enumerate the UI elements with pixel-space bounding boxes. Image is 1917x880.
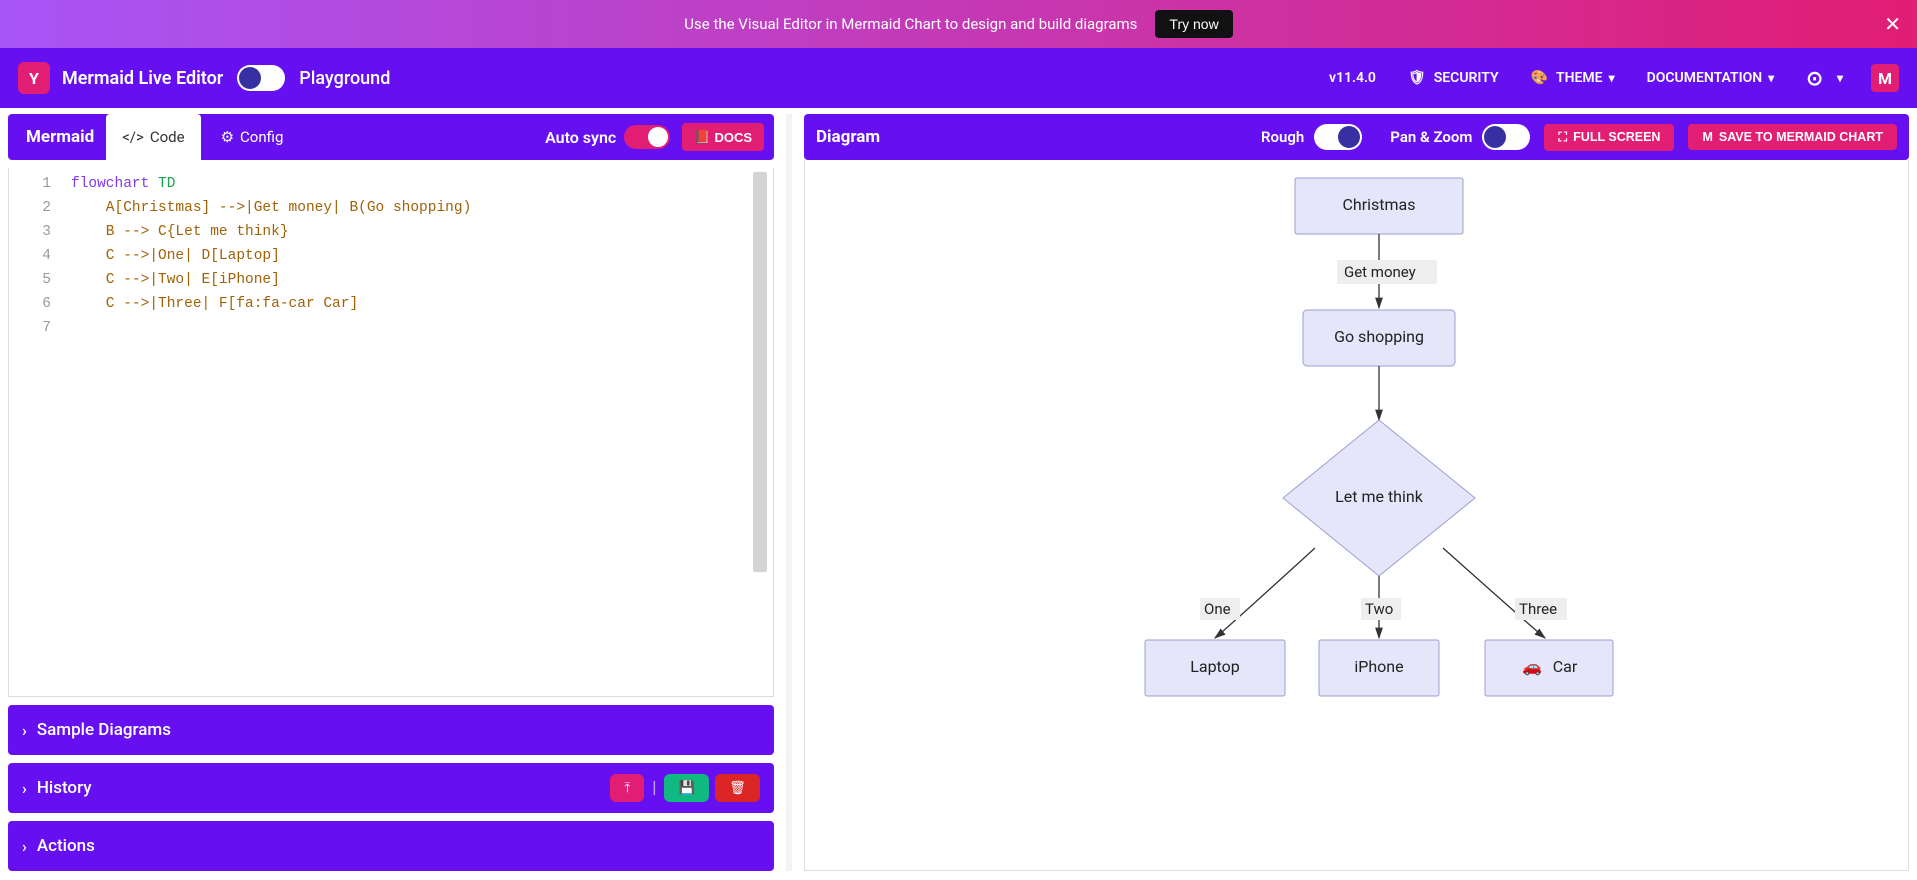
upload-button[interactable]: ⤒ xyxy=(610,774,644,802)
save-to-mermaid-chart-button[interactable]: M SAVE TO MERMAID CHART xyxy=(1688,124,1897,150)
delete-button[interactable]: 🗑 xyxy=(715,774,760,802)
svg-text:Get money: Get money xyxy=(1344,263,1416,281)
nav-security[interactable]: 🛡 SECURITY xyxy=(1408,70,1499,86)
code-editor[interactable]: 1234567 flowchart TD A[Christmas] -->|Ge… xyxy=(8,168,774,697)
shield-icon: 🛡 xyxy=(1408,70,1426,86)
tab-code[interactable]: </> Code xyxy=(106,114,200,160)
code-content[interactable]: flowchart TD A[Christmas] -->|Get money|… xyxy=(63,168,773,696)
mermaid-logo-icon: Y xyxy=(18,62,50,94)
car-icon: 🚗 xyxy=(1522,657,1542,676)
playground-label: Playground xyxy=(299,68,390,89)
code-icon: </> xyxy=(122,128,144,146)
accordion-sample-diagrams[interactable]: › Sample Diagrams xyxy=(8,705,774,755)
try-now-button[interactable]: Try now xyxy=(1155,10,1232,38)
playground-toggle[interactable] xyxy=(237,65,285,91)
rough-label: Rough xyxy=(1261,128,1304,146)
panzoom-toggle[interactable] xyxy=(1482,124,1530,150)
banner-text: Use the Visual Editor in Mermaid Chart t… xyxy=(684,15,1137,33)
save-button[interactable]: 💾 xyxy=(664,774,709,802)
accordion-history[interactable]: › History ⤒ | 💾 🗑 xyxy=(8,763,774,813)
trash-icon: 🗑 xyxy=(729,780,746,796)
diagram-header: Diagram Rough Pan & Zoom ⛶ FULL SCREEN M… xyxy=(804,114,1909,160)
docs-button[interactable]: 📕 DOCS xyxy=(682,123,764,151)
upload-icon: ⤒ xyxy=(624,780,630,796)
accordion-actions[interactable]: › Actions xyxy=(8,821,774,871)
version-label: v11.4.0 xyxy=(1329,70,1376,86)
chevron-right-icon: › xyxy=(22,721,27,740)
scrollbar[interactable] xyxy=(753,172,767,572)
diagram-title: Diagram xyxy=(816,127,880,147)
autosync-toggle[interactable] xyxy=(624,125,670,149)
svg-text:Christmas: Christmas xyxy=(1342,195,1415,214)
save-icon: 💾 xyxy=(678,780,695,796)
panzoom-label: Pan & Zoom xyxy=(1390,128,1472,146)
mermaid-icon: M xyxy=(1702,130,1712,144)
chevron-right-icon: › xyxy=(22,779,27,798)
svg-text:Car: Car xyxy=(1553,657,1578,676)
chevron-down-icon: ▾ xyxy=(1837,71,1843,85)
brand-title: Mermaid Live Editor xyxy=(62,68,223,89)
gear-icon: ⚙ xyxy=(221,128,234,146)
fullscreen-button[interactable]: ⛶ FULL SCREEN xyxy=(1544,124,1674,151)
rough-toggle[interactable] xyxy=(1314,124,1362,150)
promo-banner: Use the Visual Editor in Mermaid Chart t… xyxy=(0,0,1917,48)
nav-github[interactable]: ⊙ ▾ xyxy=(1806,66,1843,90)
topbar: Y Mermaid Live Editor Playground v11.4.0… xyxy=(0,48,1917,108)
chevron-right-icon: › xyxy=(22,837,27,856)
tab-config[interactable]: ⚙ Config xyxy=(205,114,300,160)
svg-text:iPhone: iPhone xyxy=(1354,657,1403,676)
svg-text:Go shopping: Go shopping xyxy=(1334,327,1424,346)
diagram-canvas[interactable]: Christmas Get money Go shopping Let me t… xyxy=(804,160,1909,871)
svg-text:One: One xyxy=(1204,600,1231,618)
svg-text:Three: Three xyxy=(1519,600,1557,618)
nav-documentation[interactable]: DOCUMENTATION ▾ xyxy=(1647,70,1775,86)
autosync-label: Auto sync xyxy=(545,128,616,147)
tab-mermaid: Mermaid xyxy=(18,127,102,147)
flowchart-svg: Christmas Get money Go shopping Let me t… xyxy=(805,160,1917,880)
close-icon[interactable]: ✕ xyxy=(1884,12,1901,36)
book-icon: 📕 xyxy=(694,129,710,145)
svg-text:Let me think: Let me think xyxy=(1335,487,1424,506)
svg-text:Laptop: Laptop xyxy=(1190,657,1240,676)
github-icon: ⊙ xyxy=(1806,66,1823,90)
chevron-down-icon: ▾ xyxy=(1768,71,1774,85)
svg-text:Two: Two xyxy=(1365,600,1393,618)
mermaid-chart-logo-icon[interactable]: M xyxy=(1871,64,1899,92)
external-link-icon: ⛶ xyxy=(1558,130,1567,145)
pane-divider[interactable] xyxy=(786,114,792,871)
palette-icon: 🎨 xyxy=(1531,70,1548,86)
line-gutter: 1234567 xyxy=(9,168,63,696)
editor-header: Mermaid </> Code ⚙ Config Auto sync 📕 DO… xyxy=(8,114,774,160)
nav-theme[interactable]: 🎨 THEME ▾ xyxy=(1531,70,1615,86)
chevron-down-icon: ▾ xyxy=(1609,71,1615,85)
